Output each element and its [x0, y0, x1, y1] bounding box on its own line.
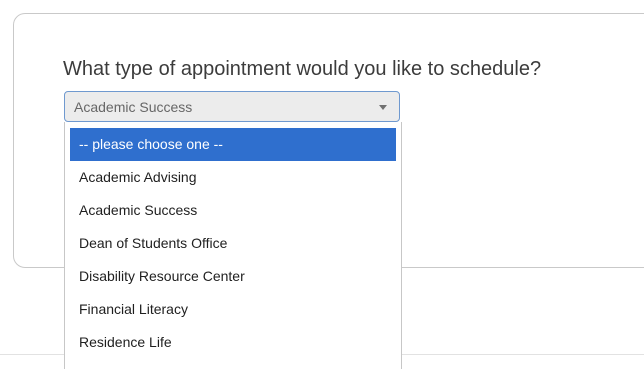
option-dean-of-students-office[interactable]: Dean of Students Office: [70, 227, 396, 260]
option-academic-advising[interactable]: Academic Advising: [70, 161, 396, 194]
option-disability-resource-center[interactable]: Disability Resource Center: [70, 260, 396, 293]
caret-down-icon[interactable]: [379, 105, 387, 110]
option-please-choose[interactable]: -- please choose one --: [70, 128, 396, 161]
option-residence-life[interactable]: Residence Life: [70, 326, 396, 359]
appointment-type-question: What type of appointment would you like …: [63, 58, 542, 80]
option-financial-literacy[interactable]: Financial Literacy: [70, 293, 396, 326]
page: What type of appointment would you like …: [0, 0, 644, 369]
option-academic-success[interactable]: Academic Success: [70, 194, 396, 227]
appointment-type-dropdown: -- please choose one -- Academic Advisin…: [64, 122, 402, 369]
appointment-type-select[interactable]: Academic Success: [64, 91, 400, 122]
select-current-value: Academic Success: [74, 99, 193, 115]
